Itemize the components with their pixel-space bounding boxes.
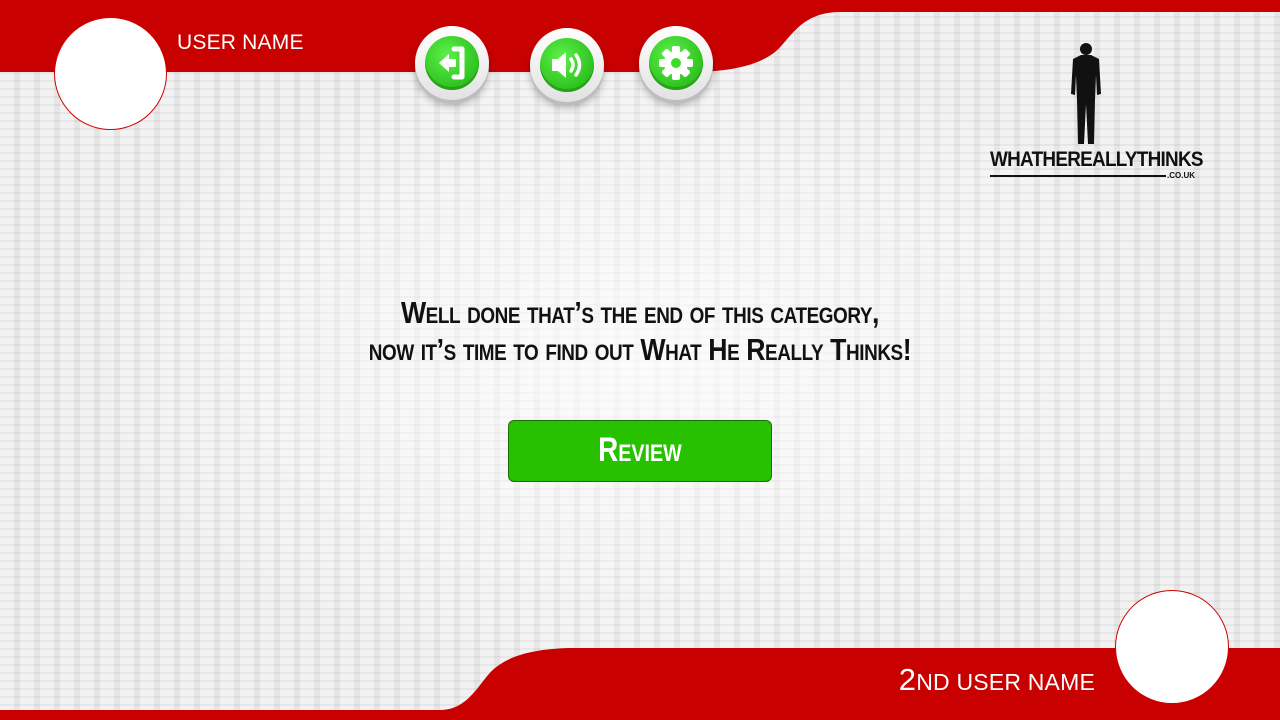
- player-two-avatar: [1115, 590, 1229, 704]
- review-button-label: Review: [598, 431, 682, 469]
- logo-underline: [990, 175, 1166, 177]
- player-two-name-number: 2: [898, 662, 917, 697]
- settings-button[interactable]: [639, 26, 713, 100]
- logo-wordmark: WHATHEREALLYTHINKS: [990, 148, 1204, 171]
- exit-button[interactable]: [415, 26, 489, 100]
- speaker-icon: [552, 52, 582, 78]
- logo-domain: .CO.UK: [1167, 171, 1195, 180]
- player-one-name: USER NAME: [177, 31, 304, 54]
- completion-message: Well done that’s the end of this categor…: [296, 294, 984, 368]
- silhouette-icon: [1071, 43, 1101, 144]
- site-logo: WHATHEREALLYTHINKS .CO.UK: [988, 42, 1204, 184]
- review-button[interactable]: Review: [508, 420, 772, 482]
- gear-icon: [659, 46, 693, 80]
- player-two-name: 2ND USER NAME: [899, 662, 1095, 698]
- message-line-1: Well done that’s the end of this categor…: [400, 295, 880, 330]
- player-one-avatar: [54, 17, 167, 130]
- player-two-name-text: ND USER NAME: [916, 669, 1095, 695]
- sound-button[interactable]: [530, 28, 604, 102]
- exit-icon: [439, 46, 465, 80]
- message-line-2: now it’s time to find out What He Really…: [368, 332, 912, 367]
